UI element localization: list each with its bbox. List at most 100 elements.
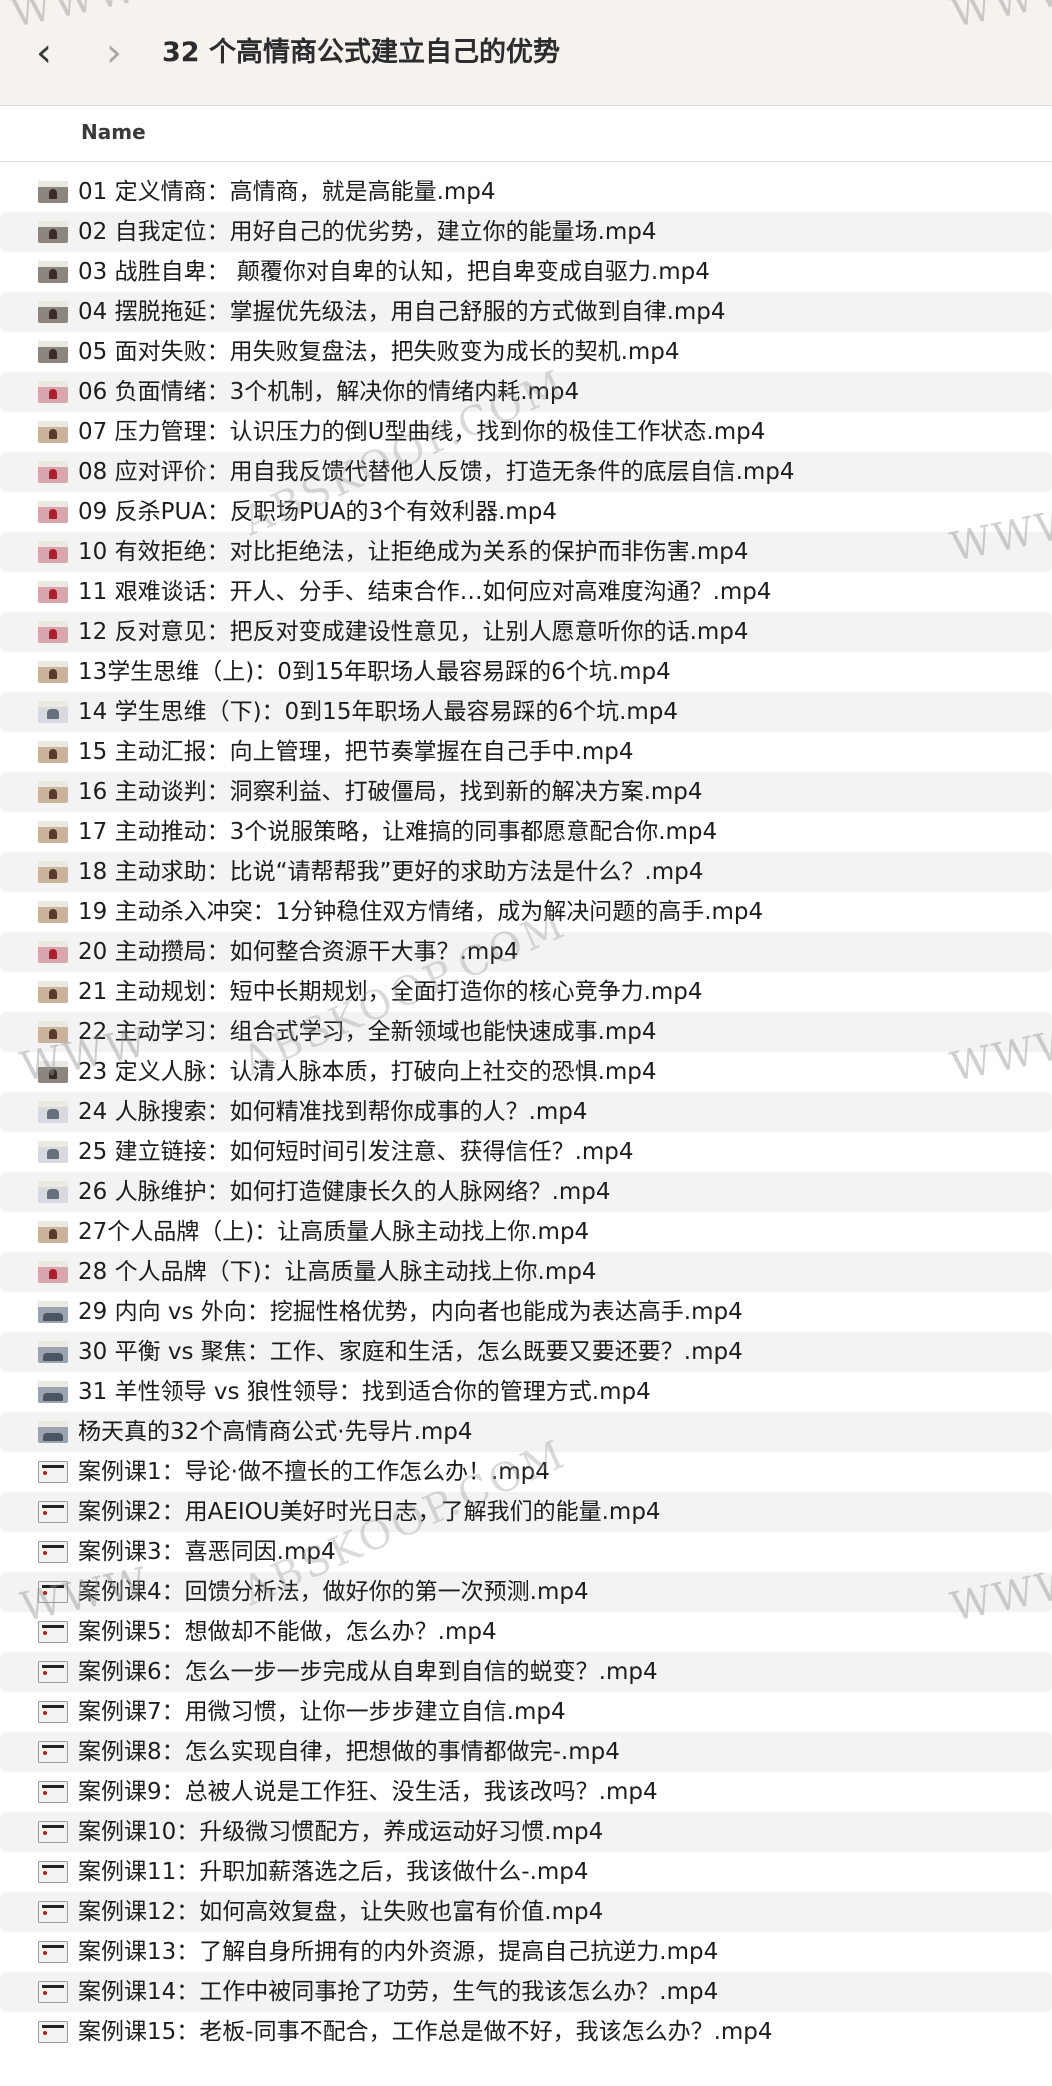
file-row[interactable]: 16 主动谈判：洞察利益、打破僵局，找到新的解决方案.mp4 [0, 772, 1052, 812]
file-name: 13学生思维（上)：0到15年职场人最容易踩的6个坑.mp4 [78, 659, 671, 685]
file-name: 26 人脉维护：如何打造健康长久的人脉网络？.mp4 [78, 1179, 611, 1205]
file-name: 10 有效拒绝：对比拒绝法，让拒绝成为关系的保护而非伤害.mp4 [78, 539, 749, 565]
video-thumbnail-icon [38, 2021, 68, 2043]
file-name: 11 艰难谈话：开人、分手、结束合作…如何应对高难度沟通？.mp4 [78, 579, 772, 605]
file-row[interactable]: 08 应对评价：用自我反馈代替他人反馈，打造无条件的底层自信.mp4 [0, 452, 1052, 492]
file-row[interactable]: 案例课3：喜恶同因.mp4 [0, 1532, 1052, 1572]
file-row[interactable]: 05 面对失败：用失败复盘法，把失败变为成长的契机.mp4 [0, 332, 1052, 372]
video-thumbnail-icon [38, 1501, 68, 1523]
file-row[interactable]: 案例课8：怎么实现自律，把想做的事情都做完-.mp4 [0, 1732, 1052, 1772]
file-row[interactable]: 14 学生思维（下)：0到15年职场人最容易踩的6个坑.mp4 [0, 692, 1052, 732]
file-name: 19 主动杀入冲突：1分钟稳住双方情绪，成为解决问题的高手.mp4 [78, 899, 764, 925]
video-thumbnail-icon [38, 301, 68, 323]
file-name: 15 主动汇报：向上管理，把节奏掌握在自己手中.mp4 [78, 739, 634, 765]
file-row[interactable]: 案例课12：如何高效复盘，让失败也富有价值.mp4 [0, 1892, 1052, 1932]
column-header-name[interactable]: Name [0, 106, 1052, 162]
video-thumbnail-icon [38, 1821, 68, 1843]
video-thumbnail-icon [38, 981, 68, 1003]
file-row[interactable]: 17 主动推动：3个说服策略，让难搞的同事都愿意配合你.mp4 [0, 812, 1052, 852]
file-row[interactable]: 案例课2：用AEIOU美好时光日志，了解我们的能量.mp4 [0, 1492, 1052, 1532]
file-row[interactable]: 27个人品牌（上)：让高质量人脉主动找上你.mp4 [0, 1212, 1052, 1252]
forward-button[interactable]: › [92, 30, 136, 76]
file-row[interactable]: 29 内向 vs 外向：挖掘性格优势，内向者也能成为表达高手.mp4 [0, 1292, 1052, 1332]
file-row[interactable]: 10 有效拒绝：对比拒绝法，让拒绝成为关系的保护而非伤害.mp4 [0, 532, 1052, 572]
video-thumbnail-icon [38, 1541, 68, 1563]
file-row[interactable]: 23 定义人脉：认清人脉本质，打破向上社交的恐惧.mp4 [0, 1052, 1052, 1092]
video-thumbnail-icon [38, 1701, 68, 1723]
file-name: 06 负面情绪：3个机制，解决你的情绪内耗.mp4 [78, 379, 580, 405]
video-thumbnail-icon [38, 1941, 68, 1963]
video-thumbnail-icon [38, 1381, 68, 1403]
file-row[interactable]: 31 羊性领导 vs 狼性领导：找到适合你的管理方式.mp4 [0, 1372, 1052, 1412]
file-row[interactable]: 案例课5：想做却不能做，怎么办？.mp4 [0, 1612, 1052, 1652]
file-name: 23 定义人脉：认清人脉本质，打破向上社交的恐惧.mp4 [78, 1059, 657, 1085]
file-row[interactable]: 06 负面情绪：3个机制，解决你的情绪内耗.mp4 [0, 372, 1052, 412]
file-name: 02 自我定位：用好自己的优劣势，建立你的能量场.mp4 [78, 219, 657, 245]
file-row[interactable]: 09 反杀PUA：反职场PUA的3个有效利器.mp4 [0, 492, 1052, 532]
video-thumbnail-icon [38, 1781, 68, 1803]
file-row[interactable]: 20 主动攒局：如何整合资源干大事？.mp4 [0, 932, 1052, 972]
file-name: 08 应对评价：用自我反馈代替他人反馈，打造无条件的底层自信.mp4 [78, 459, 795, 485]
file-row[interactable]: 案例课1：导论·做不擅长的工作怎么办！.mp4 [0, 1452, 1052, 1492]
file-row[interactable]: 11 艰难谈话：开人、分手、结束合作…如何应对高难度沟通？.mp4 [0, 572, 1052, 612]
file-name: 01 定义情商：高情商，就是高能量.mp4 [78, 179, 496, 205]
video-thumbnail-icon [38, 661, 68, 683]
file-row[interactable]: 07 压力管理：认识压力的倒U型曲线，找到你的极佳工作状态.mp4 [0, 412, 1052, 452]
file-row[interactable]: 02 自我定位：用好自己的优劣势，建立你的能量场.mp4 [0, 212, 1052, 252]
file-name: 案例课10：升级微习惯配方，养成运动好习惯.mp4 [78, 1819, 604, 1845]
file-name: 18 主动求助：比说“请帮帮我”更好的求助方法是什么？.mp4 [78, 859, 704, 885]
video-thumbnail-icon [38, 1581, 68, 1603]
file-name: 12 反对意见：把反对变成建设性意见，让别人愿意听你的话.mp4 [78, 619, 749, 645]
back-button[interactable]: ‹ [22, 30, 66, 76]
video-thumbnail-icon [38, 501, 68, 523]
file-row[interactable]: 12 反对意见：把反对变成建设性意见，让别人愿意听你的话.mp4 [0, 612, 1052, 652]
file-name: 17 主动推动：3个说服策略，让难搞的同事都愿意配合你.mp4 [78, 819, 718, 845]
file-row[interactable]: 案例课9：总被人说是工作狂、没生活，我该改吗？.mp4 [0, 1772, 1052, 1812]
video-thumbnail-icon [38, 1141, 68, 1163]
file-row[interactable]: 18 主动求助：比说“请帮帮我”更好的求助方法是什么？.mp4 [0, 852, 1052, 892]
file-row[interactable]: 28 个人品牌（下)：让高质量人脉主动找上你.mp4 [0, 1252, 1052, 1292]
file-row[interactable]: 26 人脉维护：如何打造健康长久的人脉网络？.mp4 [0, 1172, 1052, 1212]
file-row[interactable]: 24 人脉搜索：如何精准找到帮你成事的人？.mp4 [0, 1092, 1052, 1132]
video-thumbnail-icon [38, 1181, 68, 1203]
file-name: 案例课4：回馈分析法，做好你的第一次预测.mp4 [78, 1579, 589, 1605]
file-row[interactable]: 案例课4：回馈分析法，做好你的第一次预测.mp4 [0, 1572, 1052, 1612]
file-name: 07 压力管理：认识压力的倒U型曲线，找到你的极佳工作状态.mp4 [78, 419, 766, 445]
file-name: 案例课8：怎么实现自律，把想做的事情都做完-.mp4 [78, 1739, 620, 1765]
video-thumbnail-icon [38, 261, 68, 283]
video-thumbnail-icon [38, 1901, 68, 1923]
file-row[interactable]: 15 主动汇报：向上管理，把节奏掌握在自己手中.mp4 [0, 732, 1052, 772]
file-row[interactable]: 案例课11：升职加薪落选之后，我该做什么-.mp4 [0, 1852, 1052, 1892]
video-thumbnail-icon [38, 541, 68, 563]
file-row[interactable]: 21 主动规划：短中长期规划，全面打造你的核心竞争力.mp4 [0, 972, 1052, 1012]
file-name: 16 主动谈判：洞察利益、打破僵局，找到新的解决方案.mp4 [78, 779, 703, 805]
file-row[interactable]: 案例课10：升级微习惯配方，养成运动好习惯.mp4 [0, 1812, 1052, 1852]
file-row[interactable]: 25 建立链接：如何短时间引发注意、获得信任？.mp4 [0, 1132, 1052, 1172]
file-row[interactable]: 案例课6：怎么一步一步完成从自卑到自信的蜕变？.mp4 [0, 1652, 1052, 1692]
file-name: 案例课2：用AEIOU美好时光日志，了解我们的能量.mp4 [78, 1499, 661, 1525]
file-row[interactable]: 19 主动杀入冲突：1分钟稳住双方情绪，成为解决问题的高手.mp4 [0, 892, 1052, 932]
file-name: 案例课3：喜恶同因.mp4 [78, 1539, 336, 1565]
file-name: 27个人品牌（上)：让高质量人脉主动找上你.mp4 [78, 1219, 590, 1245]
finder-toolbar: ‹ › 32 个高情商公式建立自己的优势 [0, 0, 1052, 106]
file-row[interactable]: 04 摆脱拖延：掌握优先级法，用自己舒服的方式做到自律.mp4 [0, 292, 1052, 332]
file-row[interactable]: 案例课13：了解自身所拥有的内外资源，提高自己抗逆力.mp4 [0, 1932, 1052, 1972]
file-row[interactable]: 案例课15：老板-同事不配合，工作总是做不好，我该怎么办？.mp4 [0, 2012, 1052, 2052]
video-thumbnail-icon [38, 1861, 68, 1883]
file-row[interactable]: 22 主动学习：组合式学习，全新领域也能快速成事.mp4 [0, 1012, 1052, 1052]
file-row[interactable]: 13学生思维（上)：0到15年职场人最容易踩的6个坑.mp4 [0, 652, 1052, 692]
file-row[interactable]: 03 战胜自卑： 颠覆你对自卑的认知，把自卑变成自驱力.mp4 [0, 252, 1052, 292]
file-row[interactable]: 01 定义情商：高情商，就是高能量.mp4 [0, 172, 1052, 212]
video-thumbnail-icon [38, 1461, 68, 1483]
file-row[interactable]: 案例课7：用微习惯，让你一步步建立自信.mp4 [0, 1692, 1052, 1732]
window-title: 32 个高情商公式建立自己的优势 [162, 37, 560, 68]
file-name: 25 建立链接：如何短时间引发注意、获得信任？.mp4 [78, 1139, 634, 1165]
file-name: 05 面对失败：用失败复盘法，把失败变为成长的契机.mp4 [78, 339, 680, 365]
video-thumbnail-icon [38, 1021, 68, 1043]
file-row[interactable]: 案例课14：工作中被同事抢了功劳，生气的我该怎么办？.mp4 [0, 1972, 1052, 2012]
file-name: 31 羊性领导 vs 狼性领导：找到适合你的管理方式.mp4 [78, 1379, 651, 1405]
file-row[interactable]: 杨天真的32个高情商公式·先导片.mp4 [0, 1412, 1052, 1452]
file-row[interactable]: 30 平衡 vs 聚焦：工作、家庭和生活，怎么既要又要还要？.mp4 [0, 1332, 1052, 1372]
video-thumbnail-icon [38, 1101, 68, 1123]
file-name: 案例课5：想做却不能做，怎么办？.mp4 [78, 1619, 497, 1645]
